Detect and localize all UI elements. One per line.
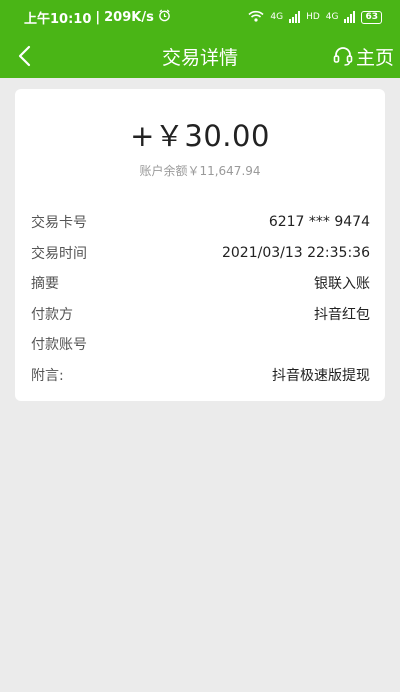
- hd-badge: HD: [306, 12, 320, 22]
- detail-row-time: 交易时间 2021/03/13 22:35:36: [31, 238, 370, 269]
- status-bar: 上午10:10 | 209K/s 4G HD 4G 63: [0, 0, 400, 34]
- detail-label: 交易时间: [31, 245, 87, 262]
- status-time: 上午10:10: [24, 11, 92, 27]
- network-type-1: 4G: [270, 12, 284, 22]
- detail-row-note: 附言: 抖音极速版提现: [31, 360, 370, 391]
- battery-icon: 63: [361, 10, 382, 24]
- home-label: 主页: [355, 46, 394, 69]
- detail-value: 银联入账: [314, 276, 370, 293]
- detail-row-payer-account: 付款账号: [31, 329, 370, 360]
- detail-label: 附言:: [31, 367, 64, 384]
- wifi-icon: [248, 10, 264, 25]
- home-button[interactable]: 主页: [332, 42, 394, 70]
- transaction-card: +￥30.00 账户余额￥11,647.94 交易卡号 6217 *** 947…: [15, 89, 385, 401]
- detail-label: 交易卡号: [31, 215, 87, 232]
- account-balance: 账户余额￥11,647.94: [139, 164, 261, 178]
- detail-list: 交易卡号 6217 *** 9474 交易时间 2021/03/13 22:35…: [31, 207, 370, 390]
- detail-label: 摘要: [31, 276, 59, 293]
- nav-bar: 交易详情 主页: [0, 34, 400, 78]
- headset-icon: [333, 47, 353, 66]
- back-button[interactable]: [10, 42, 38, 70]
- status-speed: 209K/s: [104, 9, 154, 25]
- detail-row-summary: 摘要 银联入账: [31, 268, 370, 299]
- network-type-2: 4G: [325, 12, 339, 22]
- detail-row-payer: 付款方 抖音红包: [31, 299, 370, 330]
- back-arrow-icon: [18, 45, 31, 67]
- detail-value: 抖音红包: [314, 306, 370, 323]
- detail-value: 6217 *** 9474: [268, 214, 370, 231]
- detail-value: 2021/03/13 22:35:36: [221, 244, 370, 261]
- signal-icon: [289, 11, 301, 23]
- signal-icon-2: [344, 11, 356, 23]
- status-right: 4G HD 4G 63: [248, 10, 382, 25]
- detail-label: 付款账号: [31, 337, 87, 354]
- alarm-icon: [158, 9, 171, 26]
- detail-value: 抖音极速版提现: [272, 367, 370, 384]
- transaction-amount: +￥30.00: [130, 119, 270, 153]
- status-left: 上午10:10 | 209K/s: [24, 8, 171, 27]
- detail-row-card-number: 交易卡号 6217 *** 9474: [31, 207, 370, 238]
- detail-label: 付款方: [31, 306, 73, 323]
